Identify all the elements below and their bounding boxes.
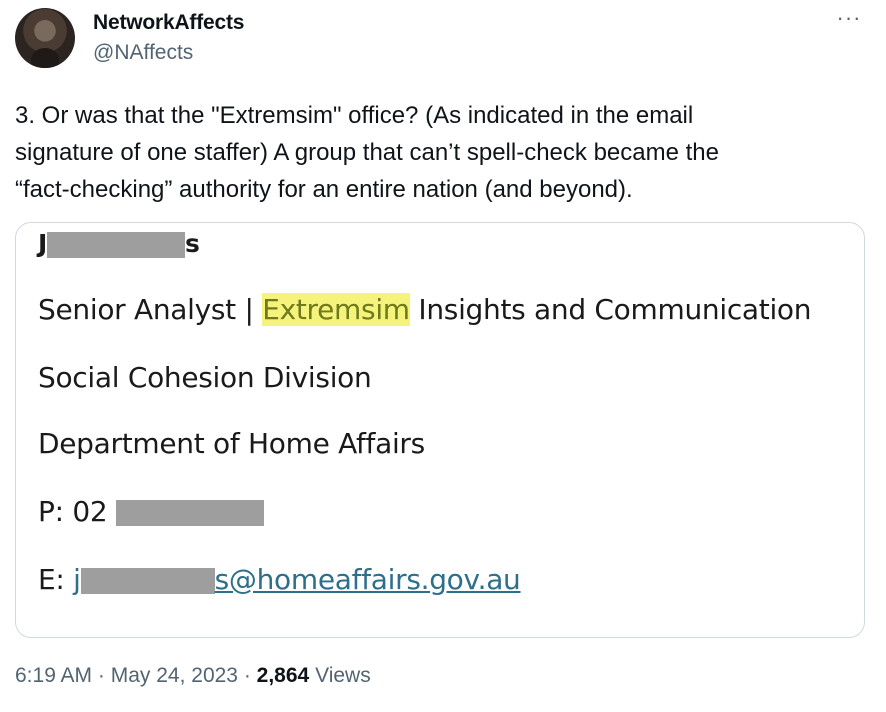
email-start: j bbox=[73, 563, 81, 596]
name-start: J bbox=[38, 229, 48, 258]
signature-division: Social Cohesion Division bbox=[38, 361, 372, 394]
tweet: NetworkAffects @NAffects ··· 3. Or was t… bbox=[0, 0, 886, 712]
tweet-image[interactable]: Js Senior Analyst | Extremsim Insights a… bbox=[15, 222, 865, 638]
separator: · bbox=[238, 664, 257, 687]
more-options-icon[interactable]: ··· bbox=[834, 7, 864, 34]
title-after: Insights and Communication bbox=[409, 293, 812, 326]
phone-prefix: P: 02 bbox=[38, 495, 108, 528]
views-count: 2,864 bbox=[256, 664, 310, 687]
tweet-text: 3. Or was that the "Extremsim" office? (… bbox=[15, 102, 719, 203]
redaction-block bbox=[47, 232, 186, 258]
highlighted-word: Extremsim bbox=[262, 293, 410, 326]
tweet-date[interactable]: May 24, 2023 bbox=[111, 664, 238, 687]
user-handle[interactable]: @NAffects bbox=[93, 41, 193, 65]
name-end: s bbox=[185, 229, 200, 258]
views-label: Views bbox=[309, 664, 371, 687]
signature-name: Js bbox=[38, 229, 200, 258]
tweet-time[interactable]: 6:19 AM bbox=[15, 664, 92, 687]
redaction-block bbox=[80, 568, 215, 594]
display-name[interactable]: NetworkAffects bbox=[93, 11, 244, 35]
redaction-block bbox=[115, 500, 264, 526]
email-end: s@homeaffairs.gov.au bbox=[214, 563, 521, 596]
separator: · bbox=[92, 664, 111, 687]
tweet-meta: 6:19 AM · May 24, 2023 · 2,864 Views bbox=[15, 664, 371, 688]
email-prefix: E: bbox=[38, 563, 74, 596]
signature-department: Department of Home Affairs bbox=[38, 427, 425, 460]
title-before: Senior Analyst | bbox=[38, 293, 263, 326]
signature-phone: P: 02 bbox=[38, 495, 264, 528]
signature-email: E: j s@homeaffairs.gov.au bbox=[38, 563, 521, 596]
avatar[interactable] bbox=[15, 8, 75, 68]
signature-title: Senior Analyst | Extremsim Insights and … bbox=[38, 293, 812, 326]
